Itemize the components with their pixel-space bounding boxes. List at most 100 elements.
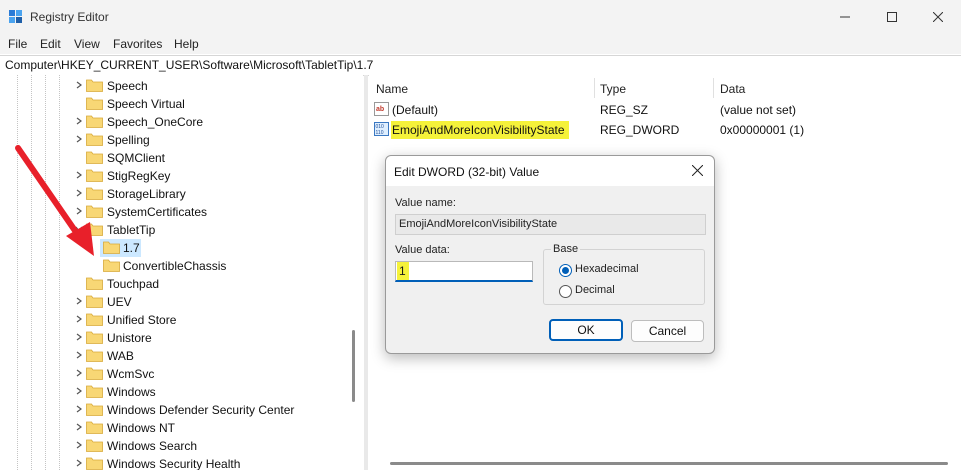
chevron-right-icon[interactable] bbox=[74, 422, 84, 432]
hexadecimal-label[interactable]: Hexadecimal bbox=[575, 263, 639, 275]
tree-item-label: Windows Security Health bbox=[107, 457, 241, 470]
chevron-right-icon[interactable] bbox=[74, 80, 84, 90]
decimal-label[interactable]: Decimal bbox=[575, 284, 615, 296]
address-bar[interactable]: Computer\HKEY_CURRENT_USER\Software\Micr… bbox=[0, 55, 961, 76]
tree-item[interactable]: Windows bbox=[0, 383, 363, 401]
chevron-right-icon[interactable] bbox=[74, 350, 84, 360]
chevron-right-icon[interactable] bbox=[74, 296, 84, 306]
key-tree-pane[interactable]: Speech Speech Virtual Speech_OneCore Spelli… bbox=[0, 75, 363, 470]
tree-item-label: WcmSvc bbox=[107, 367, 155, 381]
ok-button[interactable]: OK bbox=[549, 319, 623, 341]
tree-item-label: SystemCertificates bbox=[107, 205, 208, 219]
tree-item-label: SQMClient bbox=[107, 151, 166, 165]
dword-value-icon: 010 110 bbox=[374, 122, 389, 136]
tree-item-label: Windows Defender Security Center bbox=[107, 403, 295, 417]
tree-item-label: Touchpad bbox=[107, 277, 160, 291]
value-type-emoji-visibility: REG_DWORD bbox=[600, 123, 680, 137]
value-name-label: Value name: bbox=[395, 197, 456, 209]
hexadecimal-radio[interactable] bbox=[559, 264, 572, 277]
dialog-title: Edit DWORD (32-bit) Value bbox=[394, 165, 540, 179]
menu-favorites[interactable]: Favorites bbox=[113, 37, 162, 51]
chevron-right-icon[interactable] bbox=[74, 404, 84, 414]
decimal-radio[interactable] bbox=[559, 285, 572, 298]
column-header-type[interactable]: Type bbox=[600, 82, 626, 96]
tree-item[interactable]: Windows Search bbox=[0, 437, 363, 455]
tree-item-label: ConvertibleChassis bbox=[123, 259, 227, 273]
chevron-right-icon[interactable] bbox=[74, 440, 84, 450]
title-bar bbox=[0, 0, 961, 34]
close-button[interactable] bbox=[915, 0, 961, 34]
tree-item[interactable]: Unistore bbox=[0, 329, 363, 347]
folder-icon bbox=[86, 115, 103, 128]
tree-item-label: Unified Store bbox=[107, 313, 177, 327]
tree-item[interactable]: WAB bbox=[0, 347, 363, 365]
red-arrow-annotation bbox=[15, 145, 94, 256]
column-header-name[interactable]: Name bbox=[376, 82, 408, 96]
folder-icon bbox=[86, 349, 103, 362]
maximize-icon bbox=[887, 12, 897, 22]
tree-item-label: Windows Search bbox=[107, 439, 198, 453]
chevron-right-icon[interactable] bbox=[74, 332, 84, 342]
folder-icon bbox=[103, 259, 120, 272]
chevron-right-icon[interactable] bbox=[74, 368, 84, 378]
value-name-text: EmojiAndMoreIconVisibilityState bbox=[399, 218, 558, 230]
tree-item[interactable]: Windows Defender Security Center bbox=[0, 401, 363, 419]
base-label: Base bbox=[551, 243, 581, 255]
tree-item[interactable]: Speech_OneCore bbox=[0, 113, 363, 131]
cancel-button[interactable]: Cancel bbox=[631, 320, 704, 342]
value-name-default[interactable]: (Default) bbox=[392, 103, 438, 117]
tree-item[interactable]: Touchpad bbox=[0, 275, 363, 293]
tree-item[interactable]: UEV bbox=[0, 293, 363, 311]
folder-icon bbox=[86, 331, 103, 344]
pane-splitter[interactable] bbox=[364, 75, 368, 470]
tree-vertical-scrollbar[interactable] bbox=[352, 330, 355, 402]
dialog-close-button[interactable] bbox=[688, 162, 706, 180]
minimize-button[interactable] bbox=[822, 0, 868, 34]
tree-item[interactable]: Speech bbox=[0, 77, 363, 95]
column-separator[interactable] bbox=[713, 78, 714, 98]
svg-text:ab: ab bbox=[376, 106, 384, 113]
chevron-right-icon[interactable] bbox=[74, 458, 84, 468]
folder-icon bbox=[86, 97, 103, 110]
tree-item[interactable]: Unified Store bbox=[0, 311, 363, 329]
menu-file[interactable]: File bbox=[8, 37, 27, 51]
column-header-data[interactable]: Data bbox=[720, 82, 745, 96]
chevron-right-icon[interactable] bbox=[74, 314, 84, 324]
value-type-default: REG_SZ bbox=[600, 103, 649, 117]
folder-icon bbox=[86, 367, 103, 380]
tree-item-label: Spelling bbox=[107, 133, 150, 147]
folder-icon bbox=[86, 421, 103, 434]
folder-icon bbox=[86, 385, 103, 398]
value-data-default: (value not set) bbox=[720, 103, 797, 117]
menu-edit[interactable]: Edit bbox=[40, 37, 61, 51]
value-data-emoji-visibility: 0x00000001 (1) bbox=[720, 123, 805, 137]
value-data-text: 1 bbox=[397, 262, 409, 280]
column-separator[interactable] bbox=[594, 78, 595, 98]
tree-item-label: 1.7 bbox=[123, 241, 140, 255]
tree-item-label: StigRegKey bbox=[107, 169, 171, 183]
close-icon bbox=[933, 12, 943, 22]
tree-item[interactable]: WcmSvc bbox=[0, 365, 363, 383]
chevron-right-icon[interactable] bbox=[74, 116, 84, 126]
folder-icon bbox=[86, 277, 103, 290]
value-data-input[interactable]: 1 bbox=[395, 261, 533, 282]
minimize-icon bbox=[840, 16, 850, 18]
tree-item-label: Speech bbox=[107, 79, 148, 93]
tree-item-label: Unistore bbox=[107, 331, 152, 345]
folder-icon bbox=[86, 439, 103, 452]
tree-item[interactable]: Speech Virtual bbox=[0, 95, 363, 113]
tree-item[interactable]: Windows NT bbox=[0, 419, 363, 437]
maximize-button[interactable] bbox=[869, 0, 915, 34]
folder-icon bbox=[86, 457, 103, 470]
registry-editor-app-icon bbox=[9, 10, 22, 23]
chevron-right-icon[interactable] bbox=[74, 386, 84, 396]
list-horizontal-scrollbar[interactable] bbox=[390, 462, 948, 465]
menu-view[interactable]: View bbox=[74, 37, 100, 51]
menu-help[interactable]: Help bbox=[174, 37, 199, 51]
value-name-emoji-visibility[interactable]: EmojiAndMoreIconVisibilityState bbox=[391, 121, 569, 139]
folder-icon bbox=[103, 241, 120, 254]
tree-item-label: Windows NT bbox=[107, 421, 176, 435]
tree-item-label: Windows bbox=[107, 385, 156, 399]
svg-text:110: 110 bbox=[376, 130, 384, 136]
tree-item[interactable]: Windows Security Health bbox=[0, 455, 363, 470]
